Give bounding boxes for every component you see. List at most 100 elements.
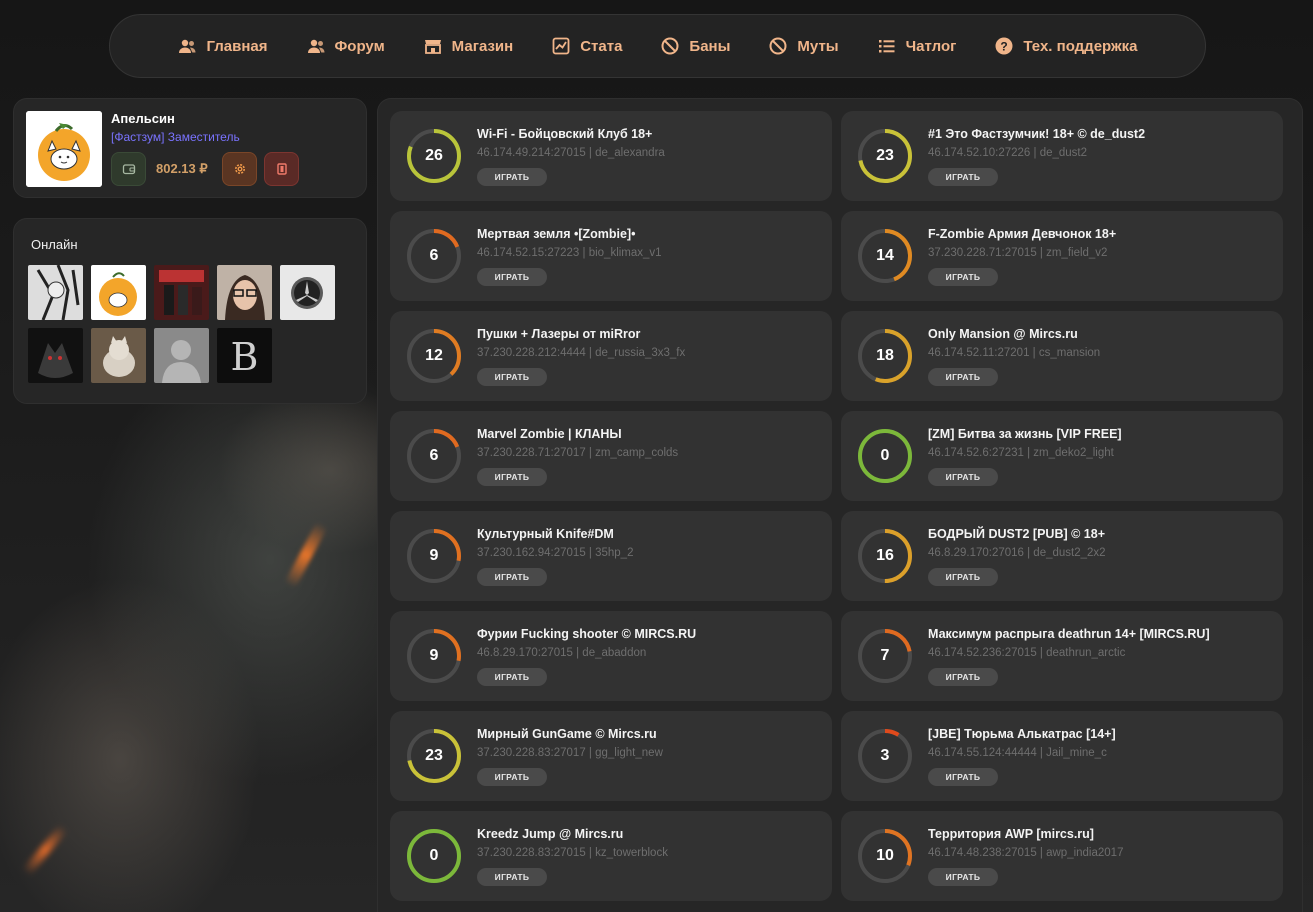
server-address[interactable]: 46.174.48.238:27015 | awp_india2017 [928, 847, 1123, 859]
server-address[interactable]: 46.8.29.170:27016 | de_dust2_2x2 [928, 547, 1106, 559]
player-count-ring: 18 [856, 327, 914, 385]
server-address[interactable]: 46.174.52.236:27015 | deathrun_arctic [928, 647, 1125, 659]
play-button[interactable]: ИГРАТЬ [477, 868, 547, 886]
play-button[interactable]: ИГРАТЬ [477, 668, 547, 686]
play-button[interactable]: ИГРАТЬ [928, 868, 998, 886]
svg-text:?: ? [1001, 40, 1008, 54]
player-count: 10 [876, 847, 894, 864]
profile-role[interactable]: [Фастзум] Заместитель [111, 130, 240, 144]
play-button[interactable]: ИГРАТЬ [928, 768, 998, 786]
play-button[interactable]: ИГРАТЬ [928, 468, 998, 486]
server-card[interactable]: 12 Пушки + Лазеры от miRror 37.230.228.2… [390, 311, 832, 401]
play-button[interactable]: ИГРАТЬ [477, 768, 547, 786]
player-count: 7 [880, 647, 890, 664]
server-address[interactable]: 37.230.228.83:27015 | kz_towerblock [477, 847, 668, 859]
nav-item-5[interactable]: Муты [749, 36, 857, 56]
online-user-avatar[interactable] [280, 265, 335, 320]
player-count: 23 [876, 147, 894, 164]
nav-item-label: Стата [580, 37, 623, 55]
top-navigation: Главная Форум Магазин Стата Баны Муты Чатлог ? Т… [109, 14, 1206, 78]
balance-amount: 802.13 ₽ [156, 161, 208, 176]
server-name: Мирный GunGame © Mircs.ru [477, 727, 657, 741]
server-card[interactable]: 26 Wi-Fi - Бойцовский Клуб 18+ 46.174.49… [390, 111, 832, 201]
play-button[interactable]: ИГРАТЬ [928, 268, 998, 286]
server-address[interactable]: 37.230.228.212:4444 | de_russia_3x3_fx [477, 347, 685, 359]
avatar[interactable] [26, 111, 102, 187]
wallet-icon [122, 164, 135, 175]
player-count: 18 [876, 347, 894, 364]
nav-item-4[interactable]: Баны [641, 36, 749, 56]
server-card[interactable]: 6 Мертвая земля •[Zombie]• 46.174.52.15:… [390, 211, 832, 301]
server-name: #1 Это Фастзумчик! 18+ © de_dust2 [928, 127, 1146, 141]
server-card[interactable]: 7 Максимум распрыга deathrun 14+ [MIRCS.… [841, 611, 1283, 701]
play-button[interactable]: ИГРАТЬ [477, 568, 547, 586]
server-card[interactable]: 14 F-Zombie Армия Девчонок 18+ 37.230.22… [841, 211, 1283, 301]
server-address[interactable]: 46.174.52.6:27231 | zm_deko2_light [928, 447, 1114, 459]
avatar-orange-cat-icon [91, 265, 146, 320]
nav-item-3[interactable]: Стата [532, 36, 641, 56]
server-card[interactable]: 6 Marvel Zombie | КЛАНЫ 37.230.228.71:27… [390, 411, 832, 501]
server-address[interactable]: 46.174.55.124:44444 | Jail_mine_c [928, 747, 1107, 759]
server-card[interactable]: 0 [ZM] Битва за жизнь [VIP FREE] 46.174.… [841, 411, 1283, 501]
play-button[interactable]: ИГРАТЬ [477, 468, 547, 486]
play-button[interactable]: ИГРАТЬ [928, 668, 998, 686]
logout-button[interactable] [264, 152, 299, 186]
server-address[interactable]: 37.230.228.83:27017 | gg_light_new [477, 747, 663, 759]
server-card[interactable]: 3 [JBE] Тюрьма Алькатрас [14+] 46.174.55… [841, 711, 1283, 801]
server-address[interactable]: 46.8.29.170:27015 | de_abaddon [477, 647, 646, 659]
player-count-ring: 16 [856, 527, 914, 585]
server-address[interactable]: 46.174.52.15:27223 | bio_klimax_v1 [477, 247, 662, 259]
server-address[interactable]: 46.174.52.10:27226 | de_dust2 [928, 147, 1087, 159]
player-count: 12 [425, 347, 443, 364]
online-user-avatar[interactable] [91, 265, 146, 320]
server-card[interactable]: 9 Культурный Knife#DM 37.230.162.94:2701… [390, 511, 832, 601]
play-button[interactable]: ИГРАТЬ [928, 568, 998, 586]
wallet-button[interactable] [111, 152, 146, 186]
play-button[interactable]: ИГРАТЬ [477, 168, 547, 186]
server-address[interactable]: 46.174.52.11:27201 | cs_mansion [928, 347, 1100, 359]
player-count: 6 [429, 447, 439, 464]
nav-item-2[interactable]: Магазин [404, 36, 533, 56]
server-card[interactable]: 23 Мирный GunGame © Mircs.ru 37.230.228.… [390, 711, 832, 801]
play-button[interactable]: ИГРАТЬ [928, 168, 998, 186]
server-card[interactable]: 23 #1 Это Фастзумчик! 18+ © de_dust2 46.… [841, 111, 1283, 201]
server-address[interactable]: 46.174.49.214:27015 | de_alexandra [477, 147, 665, 159]
nav-item-label: Чатлог [905, 37, 957, 55]
server-card[interactable]: 9 Фурии Fucking shooter © MIRCS.RU 46.8.… [390, 611, 832, 701]
online-user-avatar[interactable] [28, 328, 83, 383]
profile-card: Апельсин [Фастзум] Заместитель 802.13 ₽ [13, 98, 367, 198]
nav-item-0[interactable]: Главная [158, 36, 286, 56]
avatar-girl-glasses-icon [217, 265, 272, 320]
play-button[interactable]: ИГРАТЬ [477, 268, 547, 286]
online-user-avatar[interactable] [154, 328, 209, 383]
server-address[interactable]: 37.230.162.94:27015 | 35hp_2 [477, 547, 633, 559]
online-user-avatar[interactable] [91, 328, 146, 383]
online-user-avatar[interactable] [154, 265, 209, 320]
nav-item-6[interactable]: Чатлог [858, 36, 976, 56]
server-name: Пушки + Лазеры от miRror [477, 327, 641, 341]
nav-item-1[interactable]: Форум [287, 36, 404, 56]
server-address[interactable]: 37.230.228.71:27015 | zm_field_v2 [928, 247, 1107, 259]
settings-button[interactable] [222, 152, 257, 186]
online-user-avatar[interactable] [28, 265, 83, 320]
player-count: 14 [876, 247, 894, 264]
server-grid: 26 Wi-Fi - Бойцовский Клуб 18+ 46.174.49… [390, 111, 1283, 901]
server-card[interactable]: 0 Kreedz Jump @ Mircs.ru 37.230.228.83:2… [390, 811, 832, 901]
player-count-ring: 6 [405, 227, 463, 285]
avatar-arcade-icon [154, 265, 209, 320]
list-icon [878, 40, 895, 53]
play-button[interactable]: ИГРАТЬ [928, 368, 998, 386]
online-user-avatar[interactable]: B [217, 328, 272, 383]
nav-item-7[interactable]: ? Тех. поддержка [975, 36, 1156, 56]
ban-icon [661, 37, 679, 55]
server-card[interactable]: 16 БОДРЫЙ DUST2 [PUB] © 18+ 46.8.29.170:… [841, 511, 1283, 601]
gear-icon [234, 164, 245, 174]
player-count-ring: 10 [856, 827, 914, 885]
server-card[interactable]: 10 Территория AWP [mircs.ru] 46.174.48.2… [841, 811, 1283, 901]
player-count-ring: 9 [405, 627, 463, 685]
server-address[interactable]: 37.230.228.71:27017 | zm_camp_colds [477, 447, 678, 459]
server-card[interactable]: 18 Only Mansion @ Mircs.ru 46.174.52.11:… [841, 311, 1283, 401]
play-button[interactable]: ИГРАТЬ [477, 368, 547, 386]
store-icon [424, 40, 441, 54]
online-user-avatar[interactable] [217, 265, 272, 320]
